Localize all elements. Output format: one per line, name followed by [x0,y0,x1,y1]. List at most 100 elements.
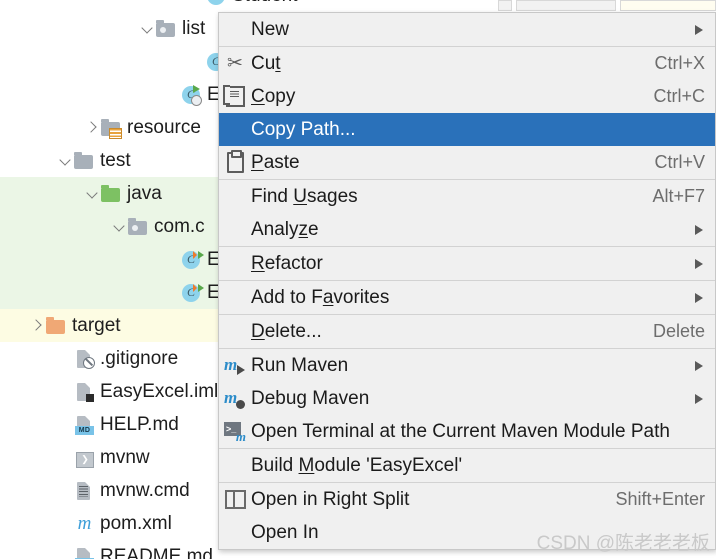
submenu-arrow-icon [695,258,703,269]
menu-item-run-maven[interactable]: m Run Maven [219,349,715,382]
menu-item-label: Open Terminal at the Current Maven Modul… [251,420,670,442]
tree-row-label: com.c [154,215,205,237]
menu-icon-placeholder [219,180,251,213]
class-run-timer-icon: C [180,84,202,106]
menu-item-shortcut: Ctrl+C [653,86,705,106]
menu-item-label: Cut [251,52,281,74]
menu-item-copy[interactable]: Copy Ctrl+C [219,80,715,113]
editor-strip-2 [516,0,616,11]
context-menu[interactable]: New ✂ Cut Ctrl+X Copy Ctrl+C Copy Path... Paste… [218,12,716,550]
menu-item-label: Open In [251,521,319,543]
class-icon: C [205,0,227,7]
menu-icon-placeholder [219,213,251,246]
folder-green-icon [100,183,122,205]
menu-item-refactor[interactable]: Refactor [219,247,715,280]
menu-icon-placeholder [219,113,251,146]
maven-run-icon: m [219,349,251,382]
menu-item-paste[interactable]: Paste Ctrl+V [219,146,715,179]
menu-item-label: Add to Favorites [251,286,390,308]
tree-row-label: resource [127,116,201,138]
menu-item-label: Copy [251,85,296,107]
terminal-maven-icon: >_ m [224,421,246,444]
menu-item-shortcut: Shift+Enter [615,489,705,509]
menu-item-label: Refactor [251,252,323,274]
menu-item-find-usages[interactable]: Find Usages Alt+F7 [219,180,715,213]
menu-item-open-terminal[interactable]: >_ m Open Terminal at the Current Maven Mo… [219,415,715,448]
file-text-icon [73,480,95,502]
menu-item-open-in-right-split[interactable]: Open in Right Split Shift+Enter [219,483,715,516]
menu-item-label: Debug Maven [251,387,370,409]
copy-icon [219,80,251,113]
tree-expand-arrow[interactable] [58,153,73,168]
menu-item-label: Paste [251,151,300,173]
editor-strip-3 [620,0,716,11]
menu-icon-placeholder [219,247,251,280]
tree-expand-arrow[interactable] [30,318,45,333]
folder-resources-icon [100,117,122,139]
menu-item-label: New [251,18,290,40]
tree-expand-arrow[interactable] [85,120,100,135]
menu-item-debug-maven[interactable]: m Debug Maven [219,382,715,415]
tree-row-label: EasyExcel.iml [100,380,219,402]
tree-row-label: list [182,17,206,39]
maven-debug-icon: m [219,382,251,415]
menu-icon-placeholder [219,13,251,46]
tree-row-label: java [127,182,162,204]
tree-expand-arrow[interactable] [85,186,100,201]
submenu-arrow-icon [695,292,703,303]
menu-item-label: Run Maven [251,354,349,376]
tree-row-label: mvnw.cmd [100,479,190,501]
file-ignored-icon [73,348,95,370]
menu-item-shortcut: Ctrl+X [654,53,705,73]
menu-item-build-module[interactable]: Build Module 'EasyExcel' [219,449,715,482]
folder-package-icon [127,216,149,238]
scissors-icon: ✂ [227,53,243,74]
tree-row-label: README.md [100,545,213,559]
menu-item-add-to-favorites[interactable]: Add to Favorites [219,281,715,314]
menu-item-analyze[interactable]: Analyze [219,213,715,246]
menu-item-cut[interactable]: ✂ Cut Ctrl+X [219,47,715,80]
menu-item-label: Copy Path... [251,118,356,140]
tree-row-label: Student [231,0,298,7]
menu-item-open-in[interactable]: Open In [219,516,715,549]
file-iml-icon [73,381,95,403]
menu-item-delete[interactable]: Delete... Delete [219,315,715,348]
tree-row-label: HELP.md [100,413,179,435]
menu-icon-placeholder [219,449,251,482]
split-icon [219,483,251,516]
file-shell-icon: ❯ [73,447,95,469]
file-md-icon: MD [73,546,95,559]
submenu-arrow-icon [695,24,703,35]
menu-item-new[interactable]: New [219,13,715,46]
class-run-icon: C [180,249,204,271]
file-maven-icon: m [77,512,92,534]
submenu-arrow-icon [695,360,703,371]
tree-row-label: pom.xml [100,512,172,534]
menu-item-label: Delete... [251,320,322,342]
menu-item-shortcut: Delete [652,321,705,341]
class-run-icon: C [180,282,204,304]
tree-row-label: target [72,314,121,336]
tree-row-label: mvnw [100,446,150,468]
file-md-icon: MD [73,414,95,436]
submenu-arrow-icon [695,393,703,404]
menu-item-shortcut: Ctrl+V [654,152,705,172]
ide-project-view-with-context-menu: CStudentlistCCCEaresourcetestjavacom.cCE… [0,0,716,559]
menu-item-copy-path[interactable]: Copy Path... [219,113,715,146]
menu-item-label: Build Module 'EasyExcel' [251,454,463,476]
tree-row-label: test [100,149,131,171]
tree-row-label: .gitignore [100,347,179,369]
folder-orange-icon [45,315,67,337]
menu-item-label: Analyze [251,218,319,240]
editor-strip-1 [498,0,512,11]
tree-expand-arrow[interactable] [140,21,155,36]
menu-item-label: Find Usages [251,185,358,207]
folder-icon [73,150,95,172]
menu-item-label: Open in Right Split [251,488,410,510]
tree-expand-arrow[interactable] [112,219,127,234]
menu-item-shortcut: Alt+F7 [652,186,705,206]
folder-package-icon [155,18,177,40]
submenu-arrow-icon [695,224,703,235]
menu-icon-placeholder [219,281,251,314]
menu-icon-placeholder [219,516,251,549]
